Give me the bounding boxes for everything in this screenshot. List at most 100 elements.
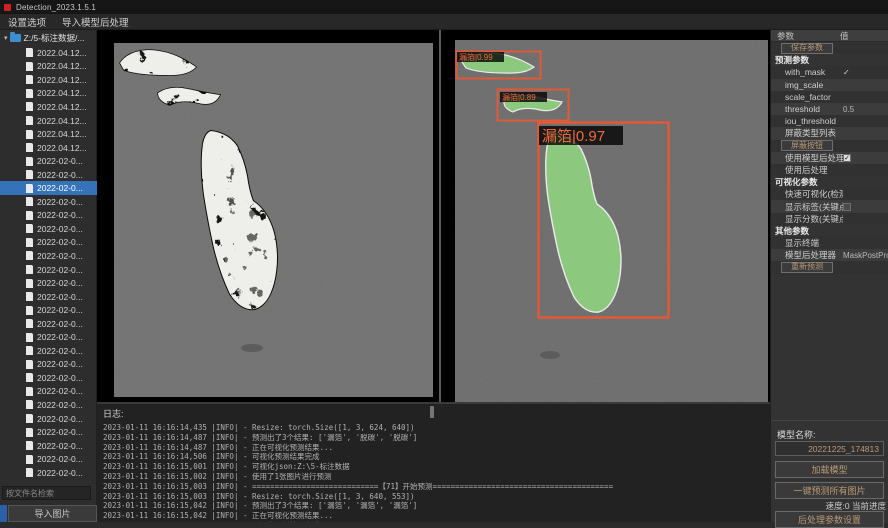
tree-item[interactable]: 2022-02-0... [0, 209, 97, 223]
tree-item[interactable]: 2022.04.12... [0, 114, 97, 128]
tree-item[interactable]: 2022-02-0... [0, 168, 97, 182]
tree-item[interactable]: 2022-02-0... [0, 154, 97, 168]
param-row: 使用模型后处理✓ [771, 152, 888, 164]
log-line: 2023-01-11 16:16:15,042 |INFO| - 正在可视化预测… [103, 511, 770, 521]
file-icon [26, 279, 33, 288]
tree-item[interactable]: 2022-02-0... [0, 249, 97, 263]
tree-item[interactable]: 2022-02-0... [0, 439, 97, 453]
tree-item[interactable]: 2022.04.12... [0, 100, 97, 114]
tree-item[interactable]: 2022-02-0... [0, 452, 97, 466]
file-name: 2022.04.12... [37, 143, 87, 153]
tree-item[interactable]: 2022.04.12... [0, 60, 97, 74]
file-name: 2022-02-0... [37, 292, 83, 302]
tree-item[interactable]: 2022.04.12... [0, 127, 97, 141]
divider [771, 420, 888, 421]
file-name: 2022-02-0... [37, 332, 83, 342]
file-name: 2022-02-0... [37, 386, 83, 396]
file-name: 2022-02-0... [37, 278, 83, 288]
param-label: 使用后处理 [771, 164, 843, 176]
file-icon [26, 157, 33, 166]
file-icon [26, 441, 33, 450]
tree-item[interactable]: 2022-02-0... [0, 263, 97, 277]
file-name: 2022-02-0... [37, 251, 83, 261]
tree-item[interactable]: 2022-02-0... [0, 371, 97, 385]
file-name: 2022.04.12... [37, 75, 87, 85]
param-section-header: 可视化参数 [771, 176, 888, 188]
tree-item[interactable]: 2022-02-0... [0, 358, 97, 372]
log-line: 2023-01-11 16:16:14,487 |INFO| - 预测出了3个结… [103, 433, 770, 443]
file-name: 2022.04.12... [37, 116, 87, 126]
param-button[interactable]: 重新预测 [781, 262, 833, 273]
tree-item[interactable]: 2022-02-0... [0, 466, 97, 480]
image-splitter[interactable] [437, 30, 444, 402]
file-name: 2022-02-0... [37, 170, 83, 180]
tree-item[interactable]: 2022-02-0... [0, 344, 97, 358]
menu-settings[interactable]: 设置选项 [8, 15, 46, 29]
tree-item[interactable]: 2022.04.12... [0, 73, 97, 87]
file-tree-sidebar: ▾ Z:/5-标注数据/... 2022.04.12...2022.04.12.… [0, 30, 97, 522]
file-icon [26, 292, 33, 301]
tree-item[interactable]: 2022-02-0... [0, 425, 97, 439]
tree-item[interactable]: 2022-02-0... [0, 276, 97, 290]
file-name: 2022-02-0... [37, 210, 83, 220]
raw-image-panel [97, 30, 437, 402]
param-row: 屏蔽类型列表 [771, 127, 888, 139]
tree-item[interactable]: 2022-02-0... [0, 317, 97, 331]
file-icon [26, 333, 33, 342]
menu-import-model-postprocess[interactable]: 导入模型后处理 [62, 15, 129, 29]
load-model-button[interactable]: 加载模型 [775, 461, 884, 478]
param-label: scale_factor [771, 92, 843, 102]
tree-item[interactable]: 2022-02-0... [0, 412, 97, 426]
param-table-header: 参数 值 [771, 30, 888, 42]
file-name: 2022-02-0... [37, 414, 83, 424]
tree-item[interactable]: 2022-02-0... [0, 195, 97, 209]
param-row: img_scale [771, 79, 888, 91]
search-input[interactable] [2, 486, 91, 500]
splitter-grip[interactable] [430, 406, 434, 418]
menu-bar: 设置选项 导入模型后处理 [0, 14, 888, 30]
log-line: 2023-01-11 16:16:15,001 |INFO| - 可视化json… [103, 462, 770, 472]
scrollbar-corner[interactable] [0, 505, 7, 522]
tree-root-folder[interactable]: ▾ Z:/5-标注数据/... [0, 30, 96, 46]
file-name: 2022-02-0... [37, 454, 83, 464]
param-button[interactable]: 屏蔽按钮 [781, 140, 833, 151]
file-icon [26, 251, 33, 260]
file-name: 2022-02-0... [37, 319, 83, 329]
tree-item[interactable]: 2022-02-0... [0, 290, 97, 304]
tree-item[interactable]: 2022.04.12... [0, 141, 97, 155]
checkbox-checked[interactable]: ✓ [843, 154, 851, 162]
file-name: 2022-02-0... [37, 346, 83, 356]
log-lines: 2023-01-11 16:16:14,435 |INFO| - Resize:… [103, 423, 770, 522]
import-images-button[interactable]: 导入图片 [8, 505, 97, 522]
chevron-down-icon[interactable]: ▾ [4, 34, 8, 42]
tree-item[interactable]: 2022-02-0... [0, 181, 97, 195]
param-button[interactable]: 保存参数 [781, 43, 833, 54]
param-column-header: 参数 [771, 30, 840, 42]
tree-item[interactable]: 2022.04.12... [0, 46, 97, 60]
tree-item[interactable]: 2022-02-0... [0, 398, 97, 412]
file-name: 2022-02-0... [37, 427, 83, 437]
tree-item[interactable]: 2022.04.12... [0, 87, 97, 101]
file-icon [26, 360, 33, 369]
param-section-header: 预测参数 [771, 54, 888, 66]
file-icon [26, 238, 33, 247]
postprocess-settings-button[interactable]: 后处理参数设置 [775, 511, 884, 528]
model-name-field[interactable]: 20221225_174813 [775, 441, 884, 456]
raw-image [114, 43, 433, 397]
tree-item[interactable]: 2022-02-0... [0, 385, 97, 399]
file-icon [26, 89, 33, 98]
checkbox-empty[interactable] [843, 203, 851, 211]
tree-item[interactable]: 2022-02-0... [0, 222, 97, 236]
file-icon [26, 130, 33, 139]
tree-item[interactable]: 2022-02-0... [0, 236, 97, 250]
detection-label: 漏箔|0.89 [502, 92, 536, 102]
tree-item[interactable]: 2022-02-0... [0, 303, 97, 317]
tree-item[interactable]: 2022-02-0... [0, 330, 97, 344]
check-icon: ✓ [843, 68, 850, 77]
detection-label: 漏箔|0.99 [459, 52, 493, 62]
file-name: 2022.04.12... [37, 129, 87, 139]
file-icon [26, 414, 33, 423]
folder-icon [10, 34, 21, 42]
predict-all-button[interactable]: 一键预测所有图片 [775, 482, 884, 499]
file-icon [26, 400, 33, 409]
